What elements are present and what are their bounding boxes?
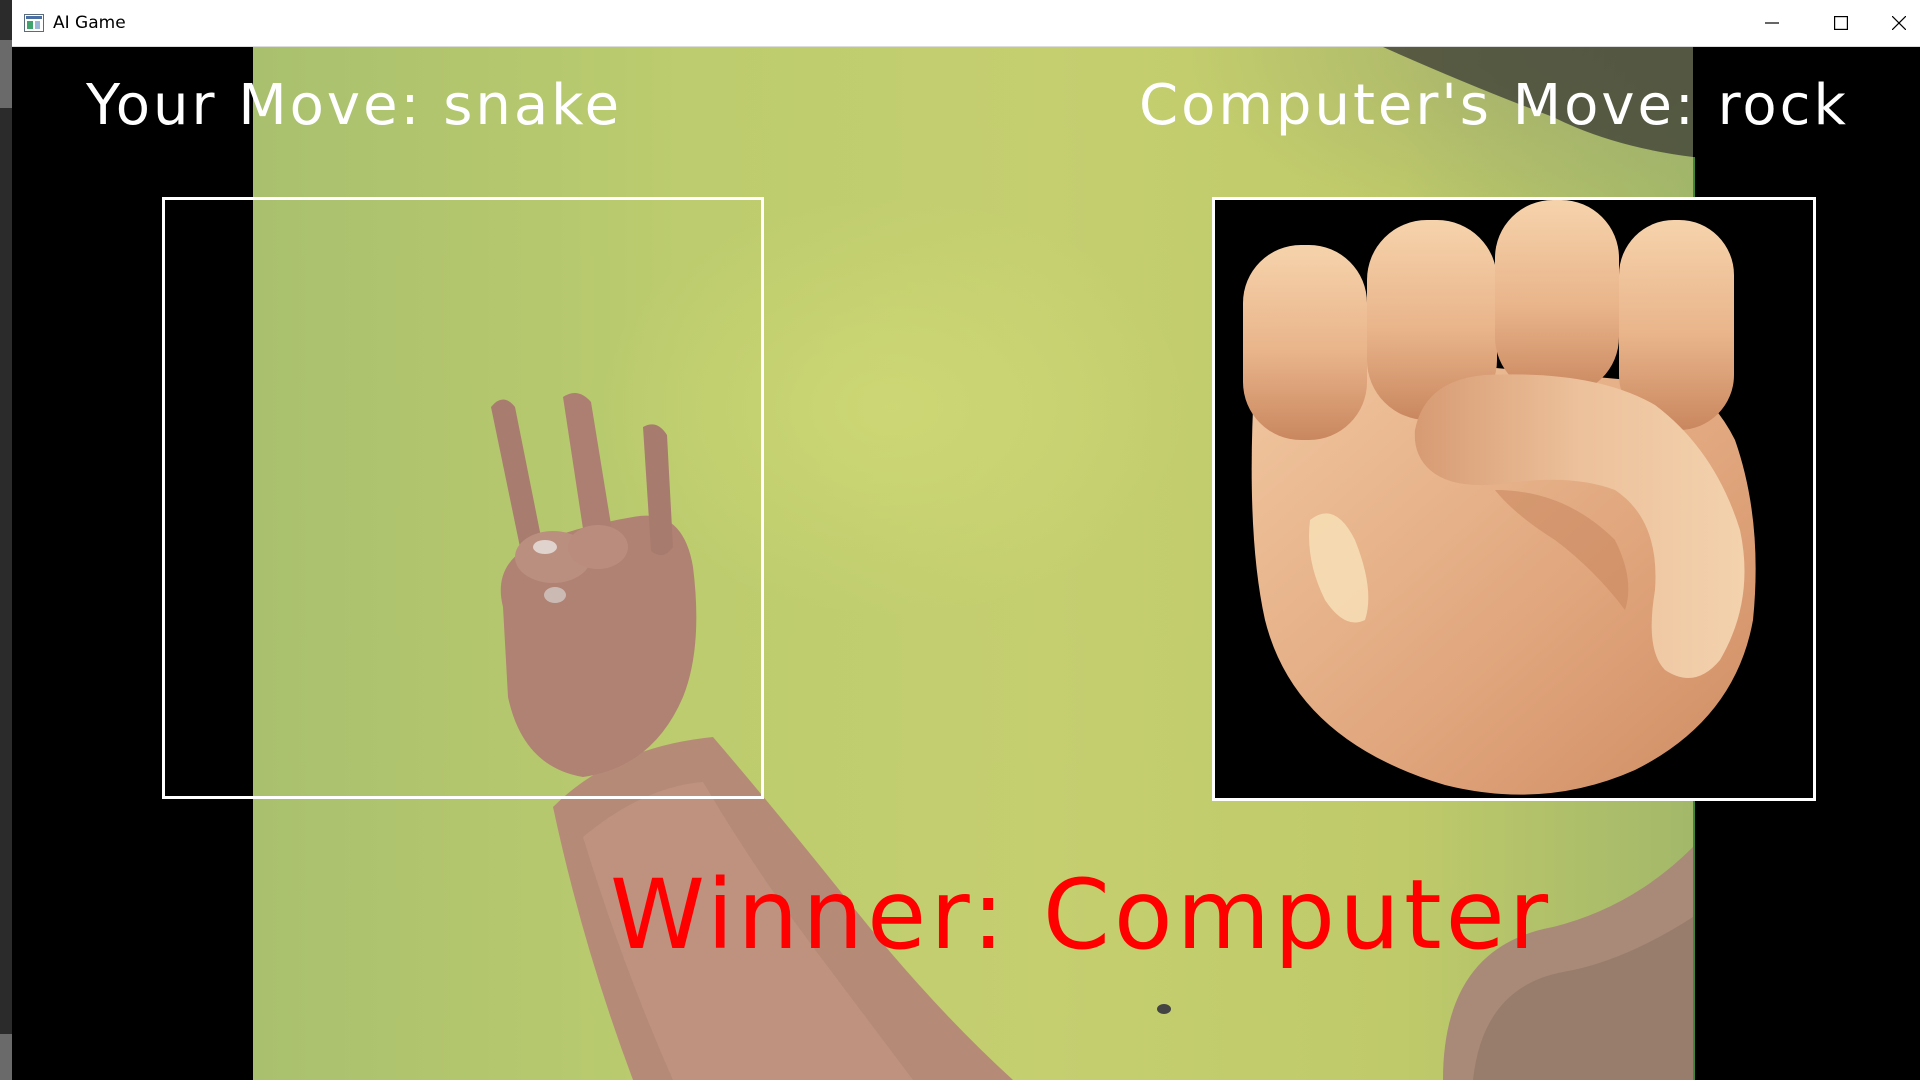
desktop-edge-segment: [0, 40, 12, 108]
desktop-edge: [0, 0, 12, 1080]
desktop-edge-segment: [0, 1034, 12, 1080]
rock-fist-emoji: [1243, 200, 1756, 795]
app-window-icon: [24, 14, 44, 32]
your-move-label: Your Move: snake: [86, 73, 623, 138]
winner-label: Winner: Computer: [610, 859, 1553, 971]
computer-move-panel: [1212, 197, 1816, 801]
game-canvas: Your Move: snake Computer's Move: rock W…: [12, 47, 1920, 1080]
minimize-icon: [1765, 22, 1779, 24]
maximize-icon: [1834, 16, 1848, 30]
minimize-button[interactable]: [1738, 0, 1806, 46]
title-bar[interactable]: AI Game: [12, 0, 1920, 47]
window-title: AI Game: [53, 13, 126, 33]
maximize-button[interactable]: [1807, 0, 1875, 46]
close-button[interactable]: [1876, 0, 1920, 46]
player-box-shadow-strip: [165, 200, 253, 796]
app-window: AI Game Your Move: snake Computer's Move…: [12, 0, 1920, 1080]
computer-move-label: Computer's Move: rock: [1139, 73, 1849, 138]
player-detection-box: [162, 197, 764, 799]
close-icon: [1892, 16, 1906, 30]
